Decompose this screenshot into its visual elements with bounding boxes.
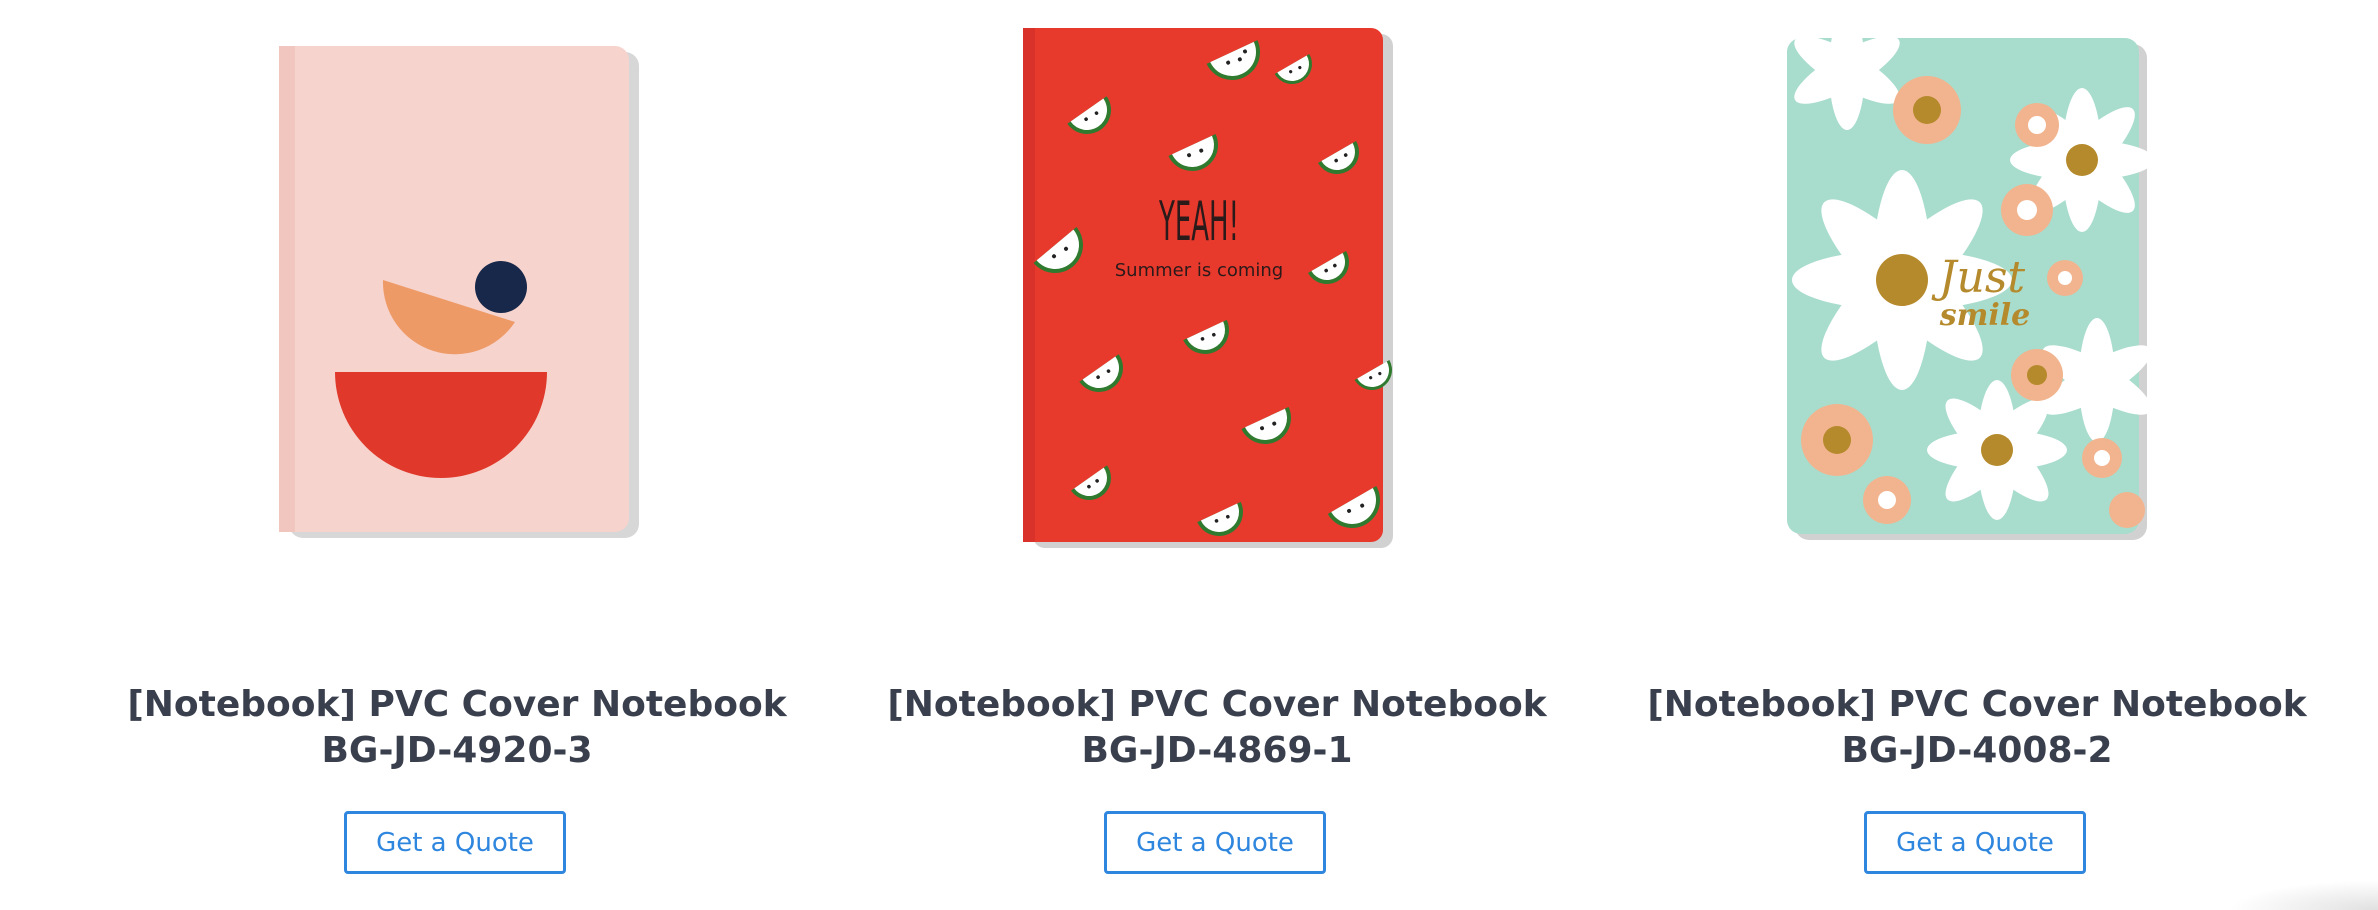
cover-subtext: Summer is coming (1115, 260, 1283, 281)
product-title[interactable]: [Notebook] PVC Cover Notebook BG-JD-4920… (107, 682, 807, 774)
product-image-link[interactable]: YEAH! Summer is coming (837, 0, 1597, 600)
cover-text: YEAH! (1159, 190, 1239, 253)
cover-subtext: smile (1939, 298, 2031, 333)
notebook-geometric-image (279, 46, 639, 538)
product-card: YEAH! Summer is coming [Notebook] PVC Co… (837, 0, 1597, 910)
notebook-watermelon-image: YEAH! Summer is coming (1023, 28, 1393, 548)
corner-shadow (2228, 880, 2378, 910)
product-image-link[interactable]: Just smile (1597, 0, 2357, 600)
get-a-quote-button[interactable]: Get a Quote (344, 811, 566, 874)
cover-text: Just (1931, 252, 2026, 303)
product-grid: [Notebook] PVC Cover Notebook BG-JD-4920… (0, 0, 2378, 910)
product-card: [Notebook] PVC Cover Notebook BG-JD-4920… (77, 0, 837, 910)
get-a-quote-button[interactable]: Get a Quote (1864, 811, 2086, 874)
product-card: Just smile [Notebook] PVC Cover Notebook… (1597, 0, 2357, 910)
product-title[interactable]: [Notebook] PVC Cover Notebook BG-JD-4008… (1627, 682, 2327, 774)
product-title[interactable]: [Notebook] PVC Cover Notebook BG-JD-4869… (867, 682, 1567, 774)
notebook-daisy-image: Just smile (1787, 10, 2154, 540)
get-a-quote-button[interactable]: Get a Quote (1104, 811, 1326, 874)
product-image-link[interactable] (77, 0, 837, 600)
